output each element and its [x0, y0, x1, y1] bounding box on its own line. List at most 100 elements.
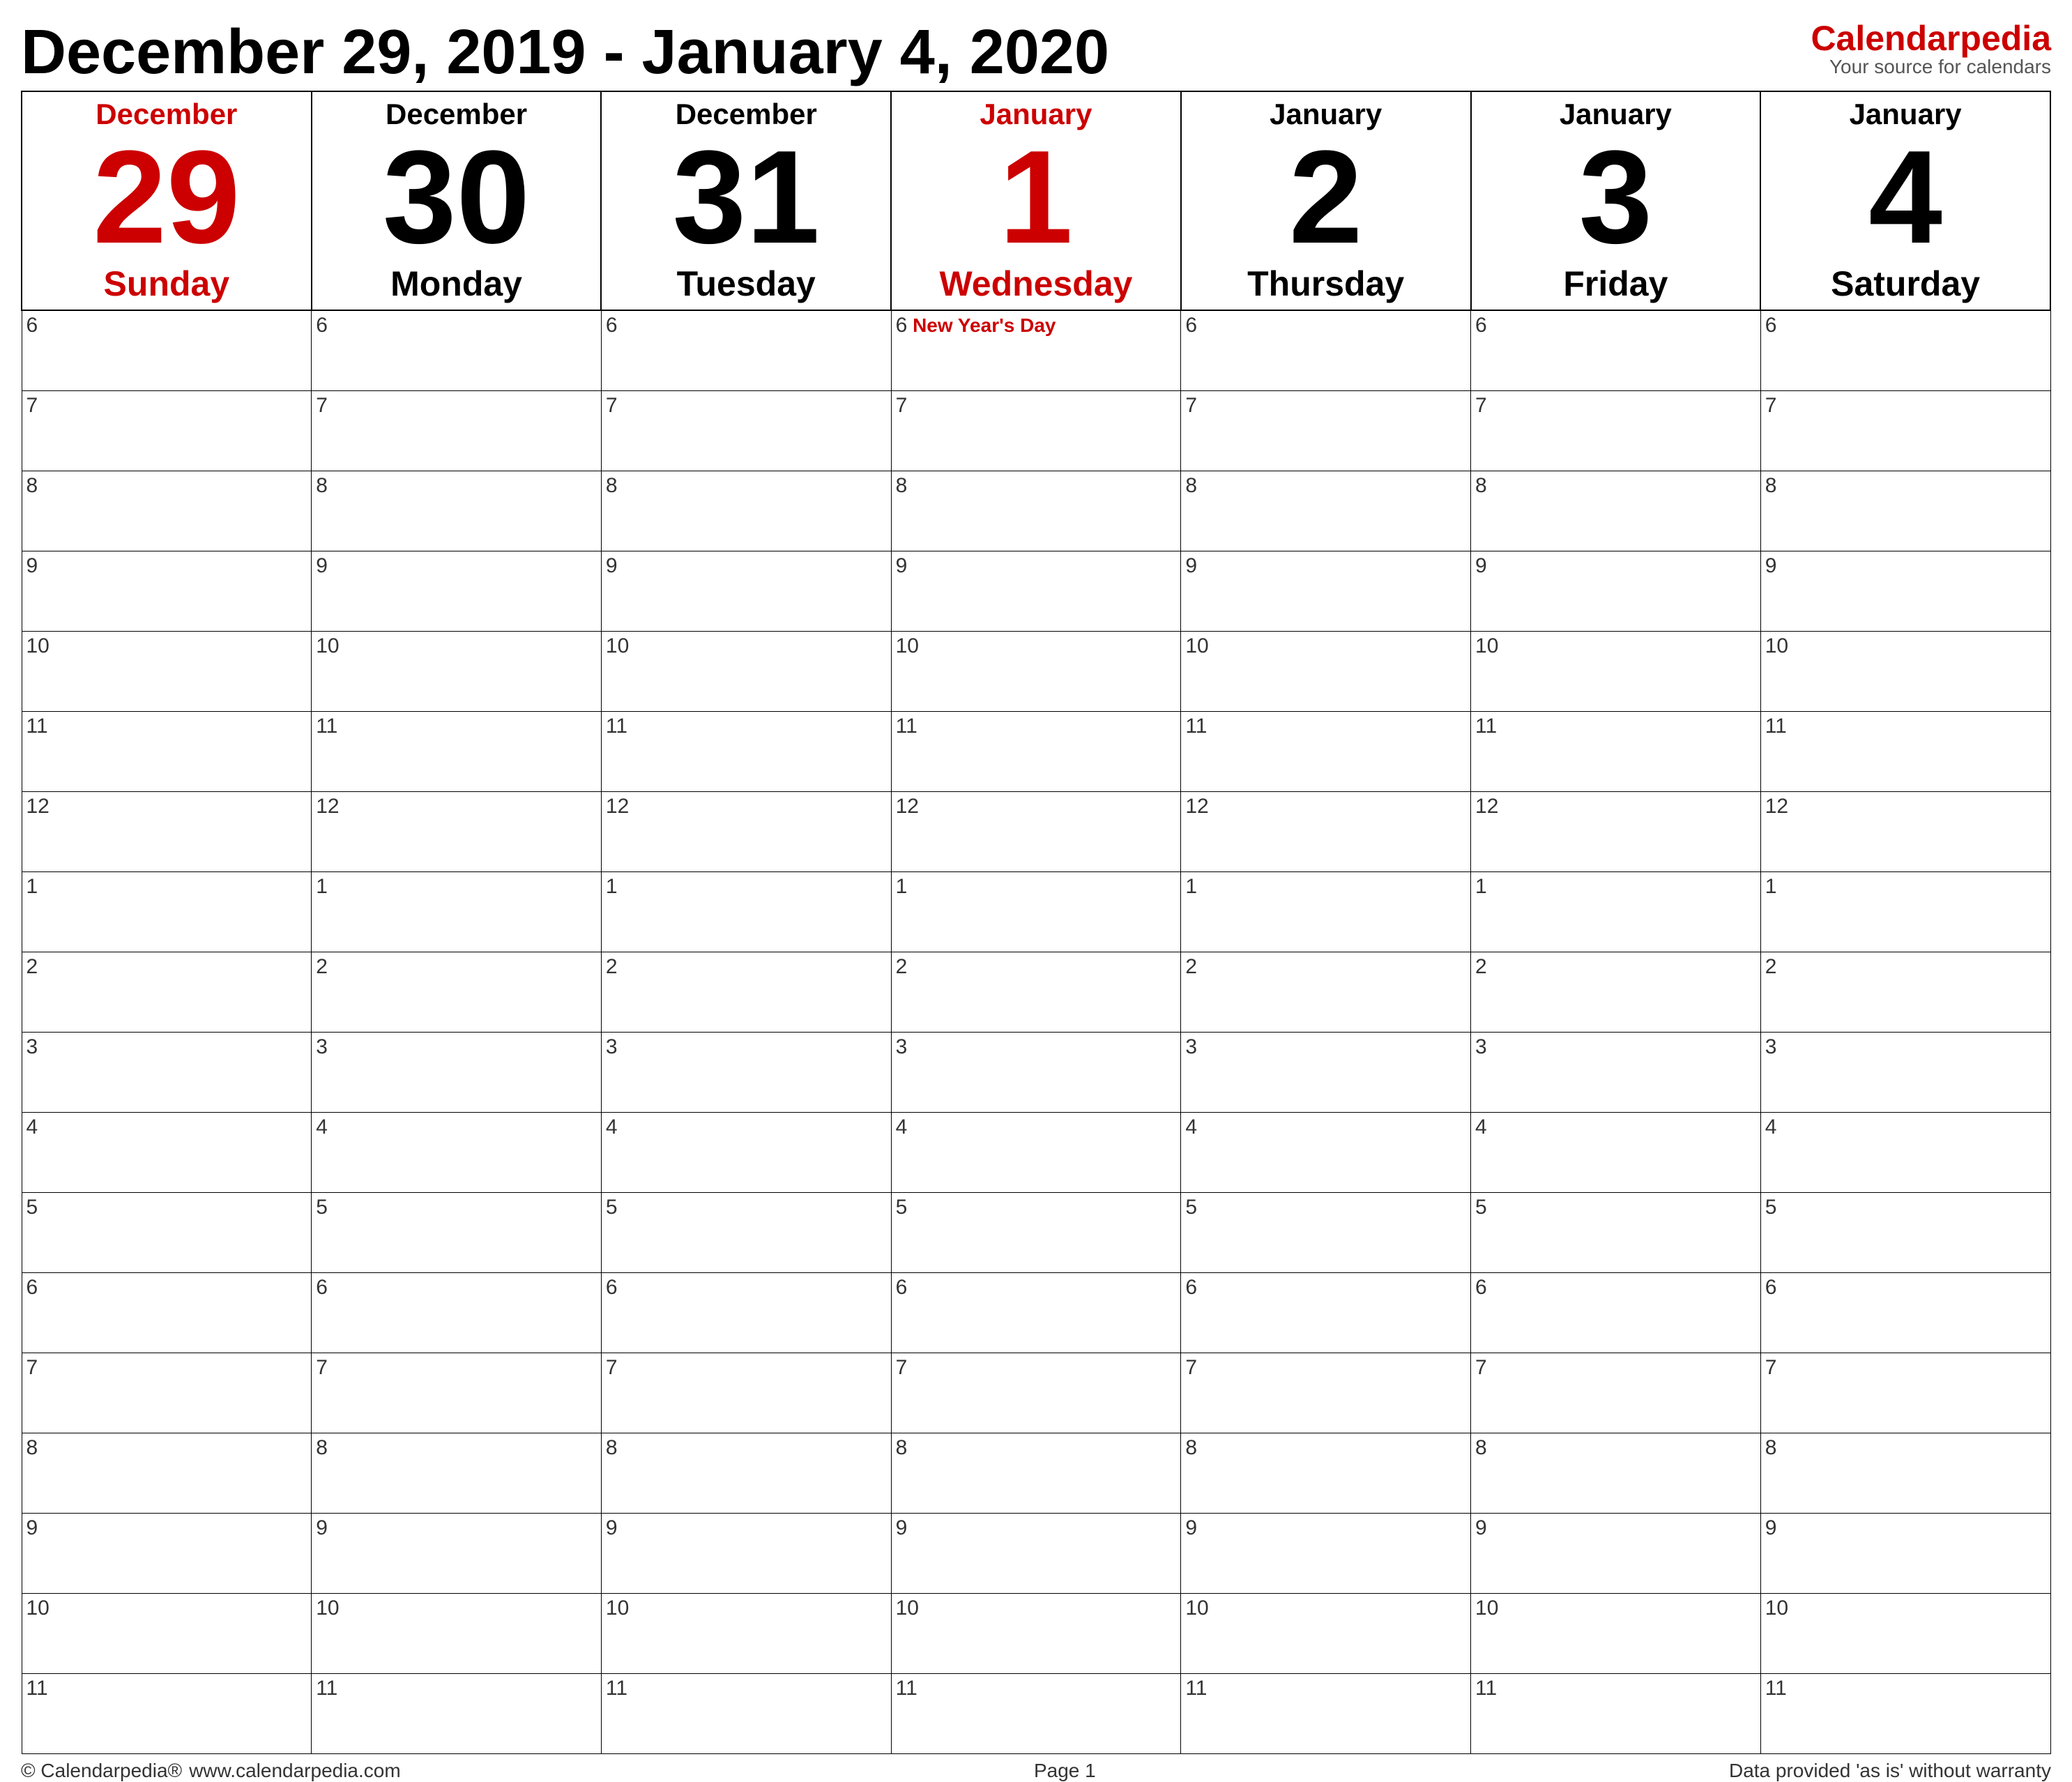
time-cell-13-0: 7 [22, 1353, 312, 1433]
time-cell-9-3: 3 [891, 1032, 1181, 1112]
time-cell-3-0: 9 [22, 551, 312, 631]
time-label-10-0: 4 [26, 1115, 38, 1138]
time-label-10-6: 4 [1765, 1115, 1777, 1138]
day-header-4: January 2 Thursday [1181, 91, 1471, 310]
time-cell-16-2: 10 [601, 1593, 891, 1673]
time-cell-17-6: 11 [1760, 1673, 2050, 1753]
time-cell-2-6: 8 [1760, 471, 2050, 551]
day-header-3: January 1 Wednesday [891, 91, 1181, 310]
time-label-1-2: 7 [606, 394, 618, 417]
time-label-4-4: 10 [1185, 634, 1208, 657]
time-label-7-3: 1 [896, 875, 908, 898]
time-cell-5-4: 11 [1181, 711, 1471, 791]
time-cell-9-6: 3 [1760, 1032, 2050, 1112]
time-label-14-4: 8 [1185, 1436, 1197, 1459]
time-label-16-3: 10 [896, 1597, 919, 1620]
time-cell-13-4: 7 [1181, 1353, 1471, 1433]
time-row-4-pm: 4444444 [22, 1112, 2050, 1192]
time-cell-15-3: 9 [891, 1513, 1181, 1593]
time-row-6-pm: 6666666 [22, 1272, 2050, 1353]
time-cell-11-2: 5 [601, 1192, 891, 1272]
time-label-1-3: 7 [896, 394, 908, 417]
time-cell-11-0: 5 [22, 1192, 312, 1272]
page: December 29, 2019 - January 4, 2020 Cale… [0, 0, 2072, 1606]
logo-part2: pedia [1960, 19, 2051, 58]
header: December 29, 2019 - January 4, 2020 Cale… [21, 21, 2051, 84]
time-label-15-0: 9 [26, 1516, 38, 1539]
time-label-17-1: 11 [316, 1677, 337, 1700]
time-label-11-4: 5 [1185, 1196, 1197, 1219]
time-label-8-1: 2 [316, 955, 328, 978]
time-label-11-2: 5 [606, 1196, 618, 1219]
time-label-13-2: 7 [606, 1356, 618, 1379]
time-label-2-1: 8 [316, 474, 328, 497]
time-label-14-2: 8 [606, 1436, 618, 1459]
time-cell-6-6: 12 [1760, 791, 2050, 871]
time-cell-10-5: 4 [1471, 1112, 1761, 1192]
time-label-11-1: 5 [316, 1196, 328, 1219]
time-row-7-pm: 7777777 [22, 1353, 2050, 1433]
time-cell-8-5: 2 [1471, 952, 1761, 1032]
time-label-12-3: 6 [896, 1276, 908, 1299]
time-label-13-4: 7 [1185, 1356, 1197, 1379]
time-cell-7-5: 1 [1471, 871, 1761, 952]
time-cell-17-2: 11 [601, 1673, 891, 1753]
time-label-15-3: 9 [896, 1516, 908, 1539]
time-cell-0-4: 6 [1181, 310, 1471, 390]
time-label-3-6: 9 [1765, 554, 1777, 577]
time-label-6-0: 12 [26, 795, 49, 818]
time-cell-14-2: 8 [601, 1433, 891, 1513]
day-header-6: January 4 Saturday [1760, 91, 2050, 310]
time-cell-5-5: 11 [1471, 711, 1761, 791]
time-row-3-pm: 3333333 [22, 1032, 2050, 1112]
time-label-6-6: 12 [1765, 795, 1788, 818]
time-row-12-am: 12121212121212 [22, 791, 2050, 871]
time-label-8-0: 2 [26, 955, 38, 978]
time-label-0-6: 6 [1765, 314, 1777, 337]
time-cell-14-1: 8 [312, 1433, 602, 1513]
time-cell-11-5: 5 [1471, 1192, 1761, 1272]
time-cell-12-2: 6 [601, 1272, 891, 1353]
time-cell-9-1: 3 [312, 1032, 602, 1112]
time-label-0-0: 6 [26, 314, 38, 337]
time-label-1-1: 7 [316, 394, 328, 417]
time-label-14-5: 8 [1475, 1436, 1487, 1459]
time-cell-8-6: 2 [1760, 952, 2050, 1032]
time-label-2-6: 8 [1765, 474, 1777, 497]
time-cell-10-6: 4 [1760, 1112, 2050, 1192]
time-label-9-5: 3 [1475, 1035, 1487, 1058]
time-cell-16-6: 10 [1760, 1593, 2050, 1673]
time-cell-10-3: 4 [891, 1112, 1181, 1192]
time-cell-7-6: 1 [1760, 871, 2050, 952]
time-label-12-2: 6 [606, 1276, 618, 1299]
day-name-1: Monday [316, 264, 597, 304]
time-cell-6-1: 12 [312, 791, 602, 871]
time-cell-10-1: 4 [312, 1112, 602, 1192]
time-label-3-4: 9 [1185, 554, 1197, 577]
time-cell-5-6: 11 [1760, 711, 2050, 791]
time-cell-6-3: 12 [891, 791, 1181, 871]
day-header-row: December 29 Sunday December 30 Monday De… [22, 91, 2050, 310]
logo-subtitle: Your source for calendars [1829, 56, 2051, 78]
time-row-11-am: 11111111111111 [22, 711, 2050, 791]
time-label-14-1: 8 [316, 1436, 328, 1459]
time-label-17-4: 11 [1185, 1677, 1207, 1700]
time-label-9-1: 3 [316, 1035, 328, 1058]
time-label-14-0: 8 [26, 1436, 38, 1459]
time-label-12-0: 6 [26, 1276, 38, 1299]
time-cell-17-0: 11 [22, 1673, 312, 1753]
day-name-3: Wednesday [895, 264, 1177, 304]
time-row-1-pm: 1111111 [22, 871, 2050, 952]
time-cell-13-2: 7 [601, 1353, 891, 1433]
day-header-1: December 30 Monday [312, 91, 602, 310]
time-cell-4-4: 10 [1181, 631, 1471, 711]
time-label-9-6: 3 [1765, 1035, 1777, 1058]
time-label-7-6: 1 [1765, 875, 1777, 898]
time-cell-12-3: 6 [891, 1272, 1181, 1353]
time-cell-10-4: 4 [1181, 1112, 1471, 1192]
time-cell-17-1: 11 [312, 1673, 602, 1753]
time-label-7-1: 1 [316, 875, 328, 898]
time-label-9-2: 3 [606, 1035, 618, 1058]
time-cell-16-4: 10 [1181, 1593, 1471, 1673]
time-label-16-6: 10 [1765, 1597, 1788, 1620]
